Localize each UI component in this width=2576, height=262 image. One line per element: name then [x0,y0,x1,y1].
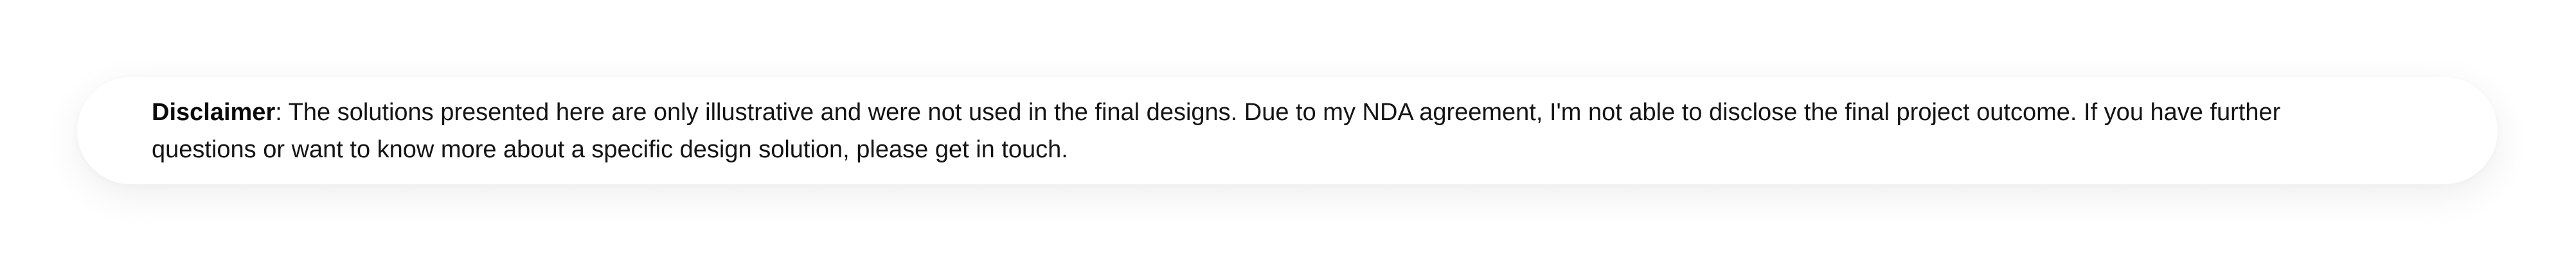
disclaimer-separator: : [275,99,289,126]
disclaimer-card: Disclaimer: The solutions presented here… [77,77,2498,184]
disclaimer-body: The solutions presented here are only il… [152,99,2281,163]
disclaimer-label: Disclaimer [152,99,276,126]
disclaimer-text: Disclaimer: The solutions presented here… [152,94,2330,168]
